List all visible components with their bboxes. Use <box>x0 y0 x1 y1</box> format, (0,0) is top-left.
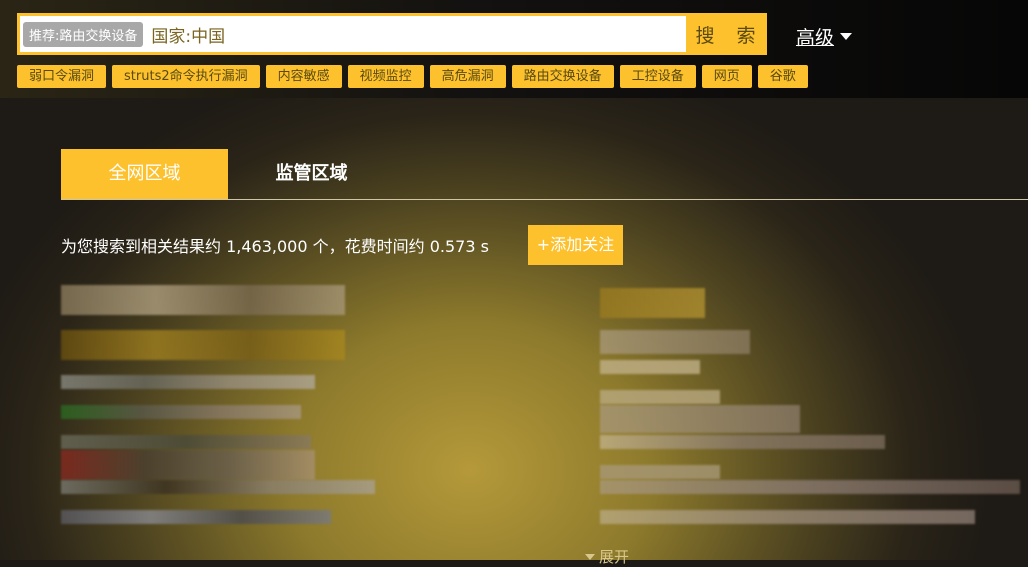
search-box: 推荐:路由交换设备 搜 索 <box>17 13 767 55</box>
tag[interactable]: 内容敏感 <box>265 65 342 88</box>
tab-all-network[interactable]: 全网区域 <box>61 149 228 199</box>
caret-down-icon <box>585 553 595 560</box>
tag[interactable]: 弱口令漏洞 <box>17 65 107 88</box>
search-button[interactable]: 搜 索 <box>686 13 767 55</box>
expand-toggle[interactable]: 展开 <box>585 546 629 567</box>
advanced-search-link[interactable]: 高级 <box>796 23 853 50</box>
recommend-badge[interactable]: 推荐:路由交换设备 <box>23 21 144 47</box>
search-input[interactable] <box>143 24 686 44</box>
tag[interactable]: 路由交换设备 <box>511 65 614 88</box>
header: 推荐:路由交换设备 搜 索 高级 弱口令漏洞 struts2命令执行漏洞 内容敏… <box>0 0 1028 98</box>
tag-list: 弱口令漏洞 struts2命令执行漏洞 内容敏感 视频监控 高危漏洞 路由交换设… <box>17 65 808 88</box>
tag[interactable]: 工控设备 <box>619 65 696 88</box>
tab-supervised-region[interactable]: 监管区域 <box>228 149 395 199</box>
expand-label: 展开 <box>599 548 630 566</box>
advanced-label: 高级 <box>796 27 835 49</box>
caret-down-icon <box>840 33 853 40</box>
result-summary: 为您搜索到相关结果约 1,463,000 个，花费时间约 0.573 s <box>61 237 489 256</box>
add-follow-button[interactable]: +添加关注 <box>528 225 623 265</box>
tag[interactable]: 网页 <box>701 65 752 88</box>
divider <box>61 199 1028 200</box>
tag[interactable]: 谷歌 <box>757 65 808 88</box>
region-tabs: 全网区域 监管区域 <box>61 149 395 199</box>
tag[interactable]: struts2命令执行漏洞 <box>112 65 260 88</box>
tag[interactable]: 视频监控 <box>347 65 424 88</box>
tag[interactable]: 高危漏洞 <box>429 65 506 88</box>
